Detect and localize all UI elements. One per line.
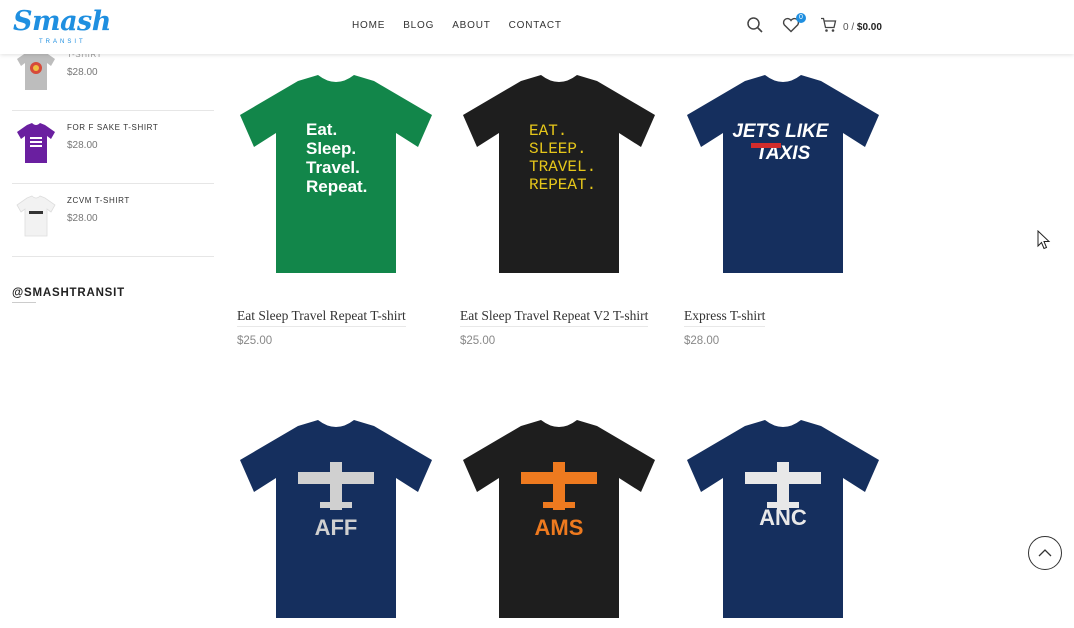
product-image[interactable]: EAT. SLEEP. TRAVEL. REPEAT. bbox=[459, 75, 659, 275]
cart-summary[interactable]: 0 / $0.00 bbox=[843, 22, 882, 33]
sidebar-product-thumbnail bbox=[17, 123, 55, 163]
sidebar-product-name: ZCVM T-SHIRT bbox=[67, 196, 130, 205]
wishlist-icon[interactable]: 0 bbox=[782, 12, 806, 38]
sidebar-product-list: T-SHIRT $28.00 FOR F SAKE T-SHIRT $28.00… bbox=[12, 38, 214, 257]
cart-total: $0.00 bbox=[856, 21, 882, 33]
product-name[interactable]: Eat Sleep Travel Repeat V2 T-shirt bbox=[460, 308, 649, 327]
mouse-cursor-icon bbox=[1037, 230, 1051, 250]
product-image[interactable]: ANC bbox=[683, 420, 883, 620]
chevron-up-icon bbox=[1038, 549, 1052, 557]
shirt-print-text: ANC bbox=[759, 505, 807, 530]
scroll-to-top-button[interactable] bbox=[1028, 536, 1062, 570]
search-icon[interactable] bbox=[746, 16, 764, 39]
sidebar-product[interactable]: ZCVM T-SHIRT $28.00 bbox=[12, 184, 214, 257]
sidebar-product-price: $28.00 bbox=[67, 67, 98, 78]
sidebar-product-name: FOR F SAKE T-SHIRT bbox=[67, 123, 159, 132]
logo-subtext: TRANSIT bbox=[39, 39, 86, 45]
product-price: $28.00 bbox=[684, 335, 720, 347]
sidebar-product[interactable]: FOR F SAKE T-SHIRT $28.00 bbox=[12, 111, 214, 184]
header-actions: 0 0 / $0.00 bbox=[746, 12, 882, 40]
product-image[interactable]: JETS LIKE TAXIS bbox=[683, 75, 883, 275]
cart-icon[interactable] bbox=[820, 17, 837, 38]
product-image[interactable]: AFF bbox=[236, 420, 436, 620]
shirt-print-text: AFF bbox=[315, 515, 358, 540]
nav-about[interactable]: ABOUT bbox=[452, 20, 490, 31]
nav-blog[interactable]: BLOG bbox=[403, 20, 434, 31]
product-price: $25.00 bbox=[237, 335, 273, 347]
wishlist-count-badge: 0 bbox=[796, 12, 806, 23]
shirt-print-text: AMS bbox=[535, 515, 584, 540]
nav-contact[interactable]: CONTACT bbox=[509, 20, 562, 31]
sidebar-product-thumbnail bbox=[16, 195, 56, 237]
sidebar-product-thumbnail bbox=[17, 50, 55, 90]
handle-underline bbox=[12, 302, 36, 303]
logo-text: Smash bbox=[13, 6, 111, 37]
sidebar-product-price: $28.00 bbox=[67, 213, 98, 224]
product-image[interactable]: AMS bbox=[459, 420, 659, 620]
sidebar-product-price: $28.00 bbox=[67, 140, 98, 151]
product-name[interactable]: Express T-shirt bbox=[684, 308, 766, 327]
product-price: $25.00 bbox=[460, 335, 496, 347]
product-image[interactable]: Eat. Sleep. Travel. Repeat. bbox=[236, 75, 436, 275]
main-nav: HOME BLOG ABOUT CONTACT bbox=[352, 20, 580, 31]
product-name[interactable]: Eat Sleep Travel Repeat T-shirt bbox=[237, 308, 406, 327]
nav-home[interactable]: HOME bbox=[352, 20, 385, 31]
instagram-handle[interactable]: @SMASHTRANSIT bbox=[12, 287, 125, 299]
site-logo[interactable]: Smash TRANSIT bbox=[13, 6, 111, 48]
site-header: Smash TRANSIT HOME BLOG ABOUT CONTACT 0 … bbox=[0, 0, 1074, 54]
cart-count: 0 / bbox=[843, 21, 855, 33]
